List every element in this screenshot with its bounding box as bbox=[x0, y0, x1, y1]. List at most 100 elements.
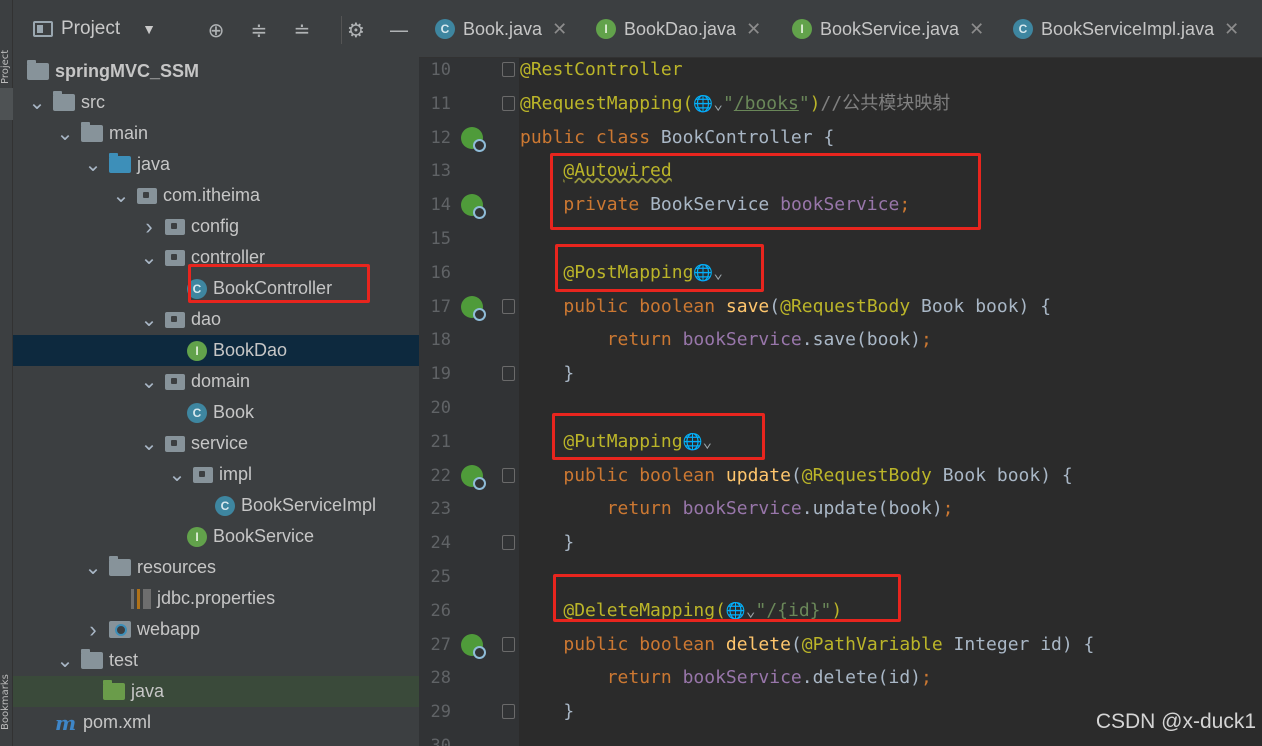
fold-marker-icon[interactable] bbox=[502, 62, 515, 77]
tree-item[interactable]: ⌄ service bbox=[13, 428, 419, 459]
tree-item[interactable]: I BookDao bbox=[13, 335, 419, 366]
watermark: CSDN @x-duck1 bbox=[1095, 710, 1256, 733]
chevron-down-icon[interactable]: ⌄ bbox=[111, 183, 131, 208]
gear-icon[interactable]: ⚙ bbox=[343, 17, 369, 43]
tree-item[interactable]: ⌄ com.itheima bbox=[13, 180, 419, 211]
code-token: ( bbox=[769, 295, 781, 317]
code-line[interactable]: 10 @RestController bbox=[419, 58, 1262, 92]
code-line[interactable]: 17 public boolean save(@RequestBody Book… bbox=[419, 295, 1262, 329]
chevron-down-icon[interactable]: ⌄ bbox=[167, 462, 187, 487]
code-line[interactable]: 23 return bookService.update(book); bbox=[419, 497, 1262, 531]
package-icon bbox=[165, 249, 185, 266]
collapse-all-icon[interactable]: ≐ bbox=[289, 17, 315, 43]
chevron-down-icon[interactable]: ⌄ bbox=[27, 90, 47, 115]
tree-item[interactable]: ⌄ main bbox=[13, 118, 419, 149]
code-line[interactable]: 30 bbox=[419, 734, 1262, 746]
close-tab-icon[interactable]: ✕ bbox=[746, 19, 761, 40]
expand-all-icon[interactable]: ≑ bbox=[246, 17, 272, 43]
highlight-box-postmapping bbox=[555, 244, 764, 292]
code-token: return bbox=[606, 498, 683, 520]
tree-item[interactable]: ⌄ domain bbox=[13, 366, 419, 397]
code-token: delete bbox=[725, 633, 791, 655]
chevron-down-icon[interactable]: ⌄ bbox=[139, 245, 159, 270]
spring-bean-gutter-icon[interactable] bbox=[461, 464, 486, 490]
tree-item[interactable]: java bbox=[13, 676, 419, 707]
code-line[interactable]: 21 @PutMapping🌐⌄ bbox=[419, 430, 1262, 464]
package-icon bbox=[165, 435, 185, 452]
line-number: 23 bbox=[430, 499, 451, 520]
tree-item[interactable]: ⌄ impl bbox=[13, 459, 419, 490]
tree-item[interactable]: springMVC_SSM bbox=[13, 56, 419, 87]
code-line[interactable]: 20 bbox=[419, 396, 1262, 430]
tree-item[interactable]: C BookServiceImpl bbox=[13, 490, 419, 521]
line-number: 15 bbox=[430, 229, 451, 249]
interface-icon: I bbox=[596, 19, 616, 39]
chevron-down-icon[interactable]: ⌄ bbox=[139, 369, 159, 394]
code-line[interactable]: 24 } bbox=[419, 531, 1262, 565]
chevron-down-icon[interactable]: ⌄ bbox=[55, 648, 75, 673]
tree-item[interactable]: jdbc.properties bbox=[13, 583, 419, 614]
code-line[interactable]: 11 @RequestMapping(🌐⌄"/books")//公共模块映射 bbox=[419, 92, 1262, 126]
code-line[interactable]: 28 return bookService.delete(id); bbox=[419, 666, 1262, 700]
fold-marker-icon[interactable] bbox=[502, 298, 515, 314]
spring-bean-gutter-icon[interactable] bbox=[461, 295, 486, 321]
code-token: } bbox=[563, 532, 575, 554]
tree-item[interactable]: › config bbox=[13, 211, 419, 242]
tree-item-label: main bbox=[109, 123, 149, 143]
fold-marker-icon[interactable] bbox=[502, 535, 515, 551]
globe-icon[interactable]: 🌐⌄ bbox=[693, 94, 723, 113]
code-line[interactable]: 27 public boolean delete(@PathVariable I… bbox=[419, 633, 1262, 667]
tree-item[interactable]: ⌄ test bbox=[13, 645, 419, 676]
editor-tab[interactable]: I BookService.java ✕ bbox=[792, 0, 984, 57]
close-tab-icon[interactable]: ✕ bbox=[1224, 19, 1239, 40]
project-view-selector[interactable]: Project ▼ bbox=[33, 18, 156, 40]
code-token: update bbox=[725, 464, 791, 486]
tree-item[interactable]: I BookService bbox=[13, 521, 419, 552]
package-icon bbox=[193, 466, 213, 483]
tree-item-label: webapp bbox=[137, 619, 201, 639]
chevron-right-icon[interactable]: › bbox=[139, 214, 159, 240]
close-tab-icon[interactable]: ✕ bbox=[552, 19, 567, 40]
tree-item[interactable]: ⌄ java bbox=[13, 149, 419, 180]
properties-file-icon bbox=[131, 588, 151, 609]
chevron-right-icon[interactable]: › bbox=[83, 617, 103, 643]
code-line[interactable]: 18 return bookService.save(book); bbox=[419, 328, 1262, 362]
code-token: } bbox=[563, 363, 575, 385]
chevron-down-icon[interactable]: ⌄ bbox=[139, 307, 159, 332]
code-line[interactable]: 15 bbox=[419, 227, 1262, 261]
spring-bean-gutter-icon[interactable] bbox=[461, 633, 486, 659]
tree-item[interactable]: ⌄ dao bbox=[13, 304, 419, 335]
tree-item[interactable]: › webapp bbox=[13, 614, 419, 645]
line-number: 11 bbox=[430, 93, 451, 114]
tree-item-label: springMVC_SSM bbox=[55, 61, 200, 81]
editor-tab[interactable]: I BookDao.java ✕ bbox=[596, 0, 761, 57]
bookmarks-tool-window-tab[interactable]: Bookmarks bbox=[0, 610, 13, 730]
chevron-down-icon[interactable]: ⌄ bbox=[139, 431, 159, 456]
chevron-down-icon[interactable]: ⌄ bbox=[55, 121, 75, 146]
editor-tab[interactable]: C Book.java ✕ bbox=[435, 0, 567, 57]
editor-tab-label: BookServiceImpl.java bbox=[1041, 18, 1215, 39]
fold-marker-icon[interactable] bbox=[502, 95, 515, 111]
editor-tab[interactable]: C BookServiceImpl.java ✕ bbox=[1013, 0, 1239, 57]
close-tab-icon[interactable]: ✕ bbox=[969, 19, 984, 40]
line-number: 12 bbox=[430, 127, 451, 148]
crosshair-icon[interactable]: ⊕ bbox=[203, 17, 229, 43]
fold-marker-icon[interactable] bbox=[502, 636, 515, 652]
tree-item[interactable]: C Book bbox=[13, 397, 419, 428]
project-tool-window-tab[interactable]: Project bbox=[0, 4, 13, 84]
tree-item[interactable]: ⌄ src bbox=[13, 87, 419, 118]
fold-marker-icon[interactable] bbox=[502, 704, 515, 720]
fold-marker-icon[interactable] bbox=[502, 366, 515, 382]
tree-item[interactable]: m pom.xml bbox=[13, 707, 419, 738]
minimize-icon[interactable]: — bbox=[386, 17, 412, 43]
fold-marker-icon[interactable] bbox=[502, 467, 515, 483]
code-line[interactable]: 16 @PostMapping🌐⌄ bbox=[419, 261, 1262, 295]
code-line[interactable]: 22 public boolean update(@RequestBody Bo… bbox=[419, 464, 1262, 498]
chevron-down-icon[interactable]: ⌄ bbox=[83, 555, 103, 580]
spring-bean-gutter-icon[interactable] bbox=[461, 194, 486, 220]
tree-item[interactable]: ⌄ resources bbox=[13, 552, 419, 583]
spring-bean-gutter-icon[interactable] bbox=[461, 126, 486, 152]
chevron-down-icon[interactable]: ⌄ bbox=[83, 152, 103, 177]
code-line[interactable]: 19 } bbox=[419, 362, 1262, 396]
code-token: ; bbox=[921, 667, 932, 689]
